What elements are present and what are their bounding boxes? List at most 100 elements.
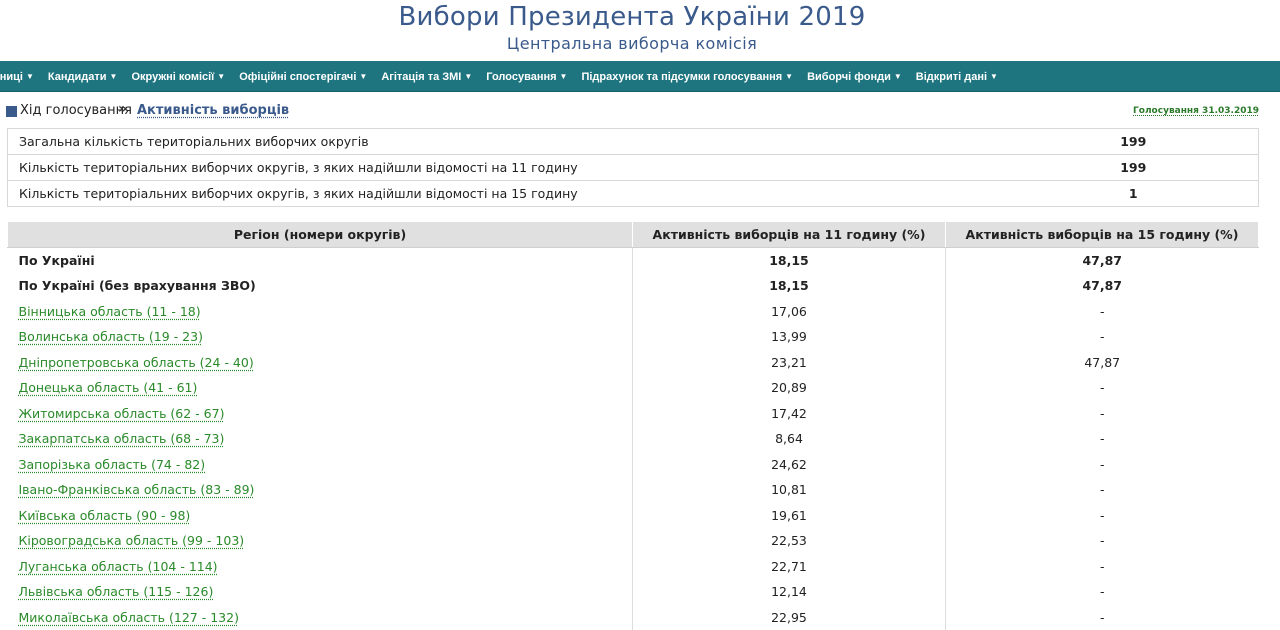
table-row: Донецька область (41 - 61) 20,89 - — [7, 375, 1259, 401]
region-link[interactable]: Вінницька область (11 - 18) — [19, 304, 201, 319]
breadcrumb-separator: » — [118, 101, 128, 117]
breadcrumb-current[interactable]: Активність виборців — [137, 103, 289, 118]
nav-item[interactable]: Кандидати ▼ — [48, 71, 118, 83]
nav-item[interactable]: Окружні комісії ▼ — [131, 71, 225, 83]
table-row: Кіровоградська область (99 - 103) 22,53 - — [7, 528, 1259, 554]
nav-item-label: Голосування — [486, 70, 557, 83]
turnout-11h-cell: 8,64 — [632, 426, 946, 452]
turnout-15h-cell: - — [1099, 558, 1105, 574]
caret-down-icon: ▼ — [464, 72, 473, 81]
region-cell: Запорізька область (74 - 82) — [7, 451, 633, 477]
region-link[interactable]: Запорізька область (74 - 82) — [19, 457, 206, 472]
turnout-15h-cell: - — [1099, 584, 1105, 600]
nav-item-label: Виборчі фонди — [807, 70, 891, 83]
nav-item[interactable]: Голосування ▼ — [486, 71, 567, 83]
nav-item-label: Офіційні спостерігачі — [239, 70, 357, 83]
table-row: Запорізька область (74 - 82) 24,62 - — [7, 451, 1259, 477]
region-link[interactable]: Київська область (90 - 98) — [19, 508, 191, 523]
region-link[interactable]: Луганська область (104 - 114) — [19, 559, 218, 574]
turnout-15h-cell: - — [1099, 482, 1105, 498]
site-header: Вибори Президента України 2019 Центральн… — [0, 0, 1280, 60]
turnout-15h-cell: - — [1099, 533, 1105, 549]
nav-item[interactable]: Офіційні спостерігачі ▼ — [239, 71, 367, 83]
turnout-11h-cell: 24,62 — [632, 451, 946, 477]
table-row: Житомирська область (62 - 67) 17,42 - — [7, 400, 1259, 426]
region-cell: По Україні (без врахування ЗВО) — [7, 273, 633, 299]
turnout-header-row: Регіон (номери округів) Активність вибор… — [7, 221, 1259, 248]
turnout-15h-cell: 47,87 — [1082, 253, 1123, 268]
turnout-11h-cell: 23,21 — [632, 349, 946, 375]
caret-down-icon: ▼ — [559, 72, 568, 81]
turnout-11h-cell: 10,81 — [632, 477, 946, 503]
turnout-15h-cell: - — [1099, 405, 1105, 421]
region-link[interactable]: Волинська область (19 - 23) — [19, 329, 203, 344]
turnout-15h-cell: - — [1099, 456, 1105, 472]
nav-item-label: Окружні комісії — [131, 70, 215, 83]
summary-label: Кількість територіальних виборчих округі… — [7, 154, 1009, 181]
caret-down-icon: ▼ — [25, 72, 34, 81]
region-cell: Миколаївська область (127 - 132) — [7, 604, 633, 630]
turnout-15h-cell: - — [1099, 507, 1105, 523]
nav-item[interactable]: Виборчі фонди ▼ — [807, 71, 902, 83]
region-link[interactable]: Львівська область (115 - 126) — [19, 584, 214, 599]
nav-item[interactable]: льниці▼ — [0, 71, 34, 83]
region-cell: Київська область (90 - 98) — [7, 502, 633, 528]
site-title: Вибори Президента України 2019 — [398, 2, 866, 32]
table-row: Київська область (90 - 98) 19,61 - — [7, 502, 1259, 528]
square-bullet-icon — [6, 106, 17, 117]
turnout-11h-cell: 12,14 — [632, 579, 946, 605]
region-link[interactable]: Житомирська область (62 - 67) — [19, 406, 225, 421]
caret-down-icon: ▼ — [785, 72, 794, 81]
nav-item-label: Агітація та ЗМІ — [381, 70, 462, 83]
caret-down-icon: ▼ — [990, 72, 998, 81]
turnout-11h-cell: 18,15 — [632, 273, 946, 299]
turnout-11h-cell: 13,99 — [632, 324, 946, 350]
turnout-table: Регіон (номери округів) Активність вибор… — [7, 221, 1259, 630]
caret-down-icon: ▼ — [359, 72, 368, 81]
nav-item[interactable]: Відкриті дані ▼ — [916, 71, 998, 83]
caret-down-icon: ▼ — [217, 72, 226, 81]
turnout-15h-cell: 47,87 — [1084, 354, 1121, 370]
region-link[interactable]: Івано-Франківська область (83 - 89) — [19, 482, 255, 497]
summary-row: Загальна кількість територіальних виборч… — [7, 128, 1259, 155]
region-cell: Закарпатська область (68 - 73) — [7, 426, 633, 452]
turnout-15h-cell: - — [1099, 609, 1105, 625]
nav-item[interactable]: Агітація та ЗМІ ▼ — [381, 71, 472, 83]
summary-row: Кількість територіальних виборчих округі… — [7, 180, 1259, 207]
summary-value: 199 — [1008, 154, 1259, 181]
region-cell: Житомирська область (62 - 67) — [7, 400, 633, 426]
table-row: Луганська область (104 - 114) 22,71 - — [7, 553, 1259, 579]
region-cell: Кіровоградська область (99 - 103) — [7, 528, 633, 554]
region-cell: По Україні — [7, 247, 633, 273]
summary-value: 1 — [1008, 180, 1259, 207]
region-link[interactable]: Донецька область (41 - 61) — [19, 380, 198, 395]
vote-date-link[interactable]: Голосування 31.03.2019 — [1133, 106, 1259, 116]
nav-item-label: льниці — [0, 70, 23, 83]
table-row: Львівська область (115 - 126) 12,14 - — [7, 579, 1259, 605]
nav-list: льниці▼Кандидати▼Окружні комісії▼Офіційн… — [0, 61, 1012, 91]
site-subtitle: Центральна виборча комісія — [506, 34, 758, 53]
breadcrumb: Хід голосування » Активність виборців Го… — [6, 101, 1260, 120]
column-header-region: Регіон (номери округів) — [7, 221, 633, 248]
region-cell: Вінницька область (11 - 18) — [7, 298, 633, 324]
summary-label: Кількість територіальних виборчих округі… — [7, 180, 1009, 207]
column-header-15h: Активність виборців на 15 годину (%) — [945, 221, 1259, 248]
region-cell: Донецька область (41 - 61) — [7, 375, 633, 401]
region-link[interactable]: Дніпропетровська область (24 - 40) — [19, 355, 254, 370]
main-navbar: льниці▼Кандидати▼Окружні комісії▼Офіційн… — [0, 61, 1280, 92]
turnout-15h-cell: - — [1099, 329, 1105, 345]
turnout-11h-cell: 19,61 — [632, 502, 946, 528]
region-link[interactable]: Миколаївська область (127 - 132) — [19, 610, 239, 625]
summary-value: 199 — [1008, 128, 1259, 155]
summary-row: Кількість територіальних виборчих округі… — [7, 154, 1259, 181]
nav-item[interactable]: Підрахунок та підсумки голосування ▼ — [581, 71, 793, 83]
region-link[interactable]: Кіровоградська область (99 - 103) — [19, 533, 245, 548]
nav-item-label: Кандидати — [47, 70, 107, 83]
column-header-11h: Активність виборців на 11 годину (%) — [632, 221, 946, 248]
turnout-11h-cell: 22,53 — [632, 528, 946, 554]
breadcrumb-home[interactable]: Хід голосування — [20, 103, 132, 118]
table-row: Закарпатська область (68 - 73) 8,64 - — [7, 426, 1259, 452]
table-row: Івано-Франківська область (83 - 89) 10,81… — [7, 477, 1259, 503]
turnout-11h-cell: 18,15 — [632, 247, 946, 273]
region-link[interactable]: Закарпатська область (68 - 73) — [19, 431, 225, 446]
